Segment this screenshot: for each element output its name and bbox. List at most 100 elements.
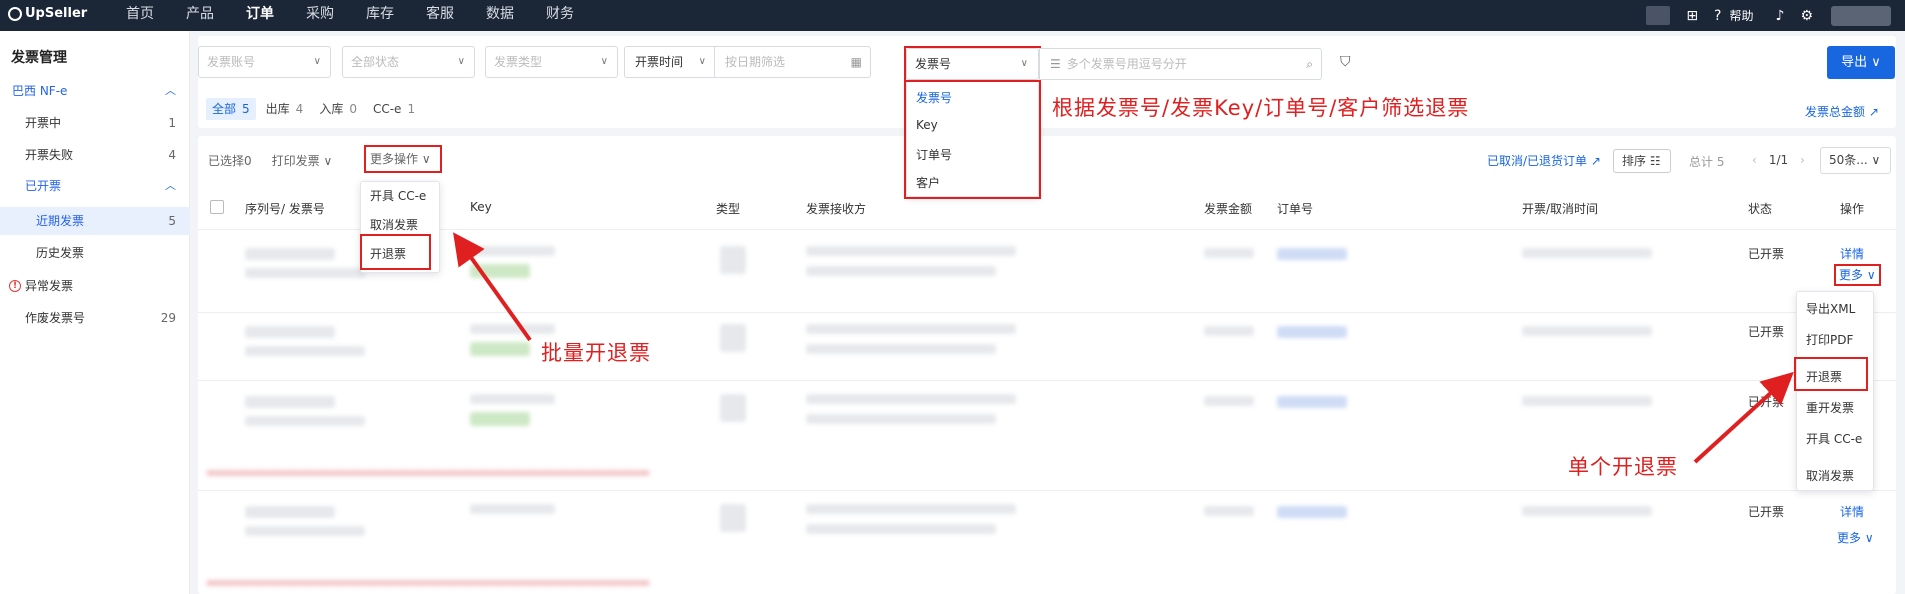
nav-purchase[interactable]: 采购	[290, 0, 350, 31]
pagination: ‹ 1/1 ›	[1752, 153, 1805, 167]
search-input[interactable]: ☰ 多个发票号用逗号分开 ⌕	[1039, 48, 1322, 80]
sidebar-item-issuing[interactable]: 开票中 1	[0, 109, 190, 137]
next-page-icon[interactable]: ›	[1800, 153, 1805, 167]
select-all-checkbox[interactable]	[210, 200, 224, 214]
col-serial: 序列号/ 发票号	[245, 202, 325, 216]
col-key: Key	[470, 200, 492, 214]
selected-count: 已选择0	[208, 154, 252, 168]
chevron-down-icon: ∨	[698, 56, 706, 67]
tab-outbound[interactable]: 出库 4	[260, 98, 310, 120]
menu-issue-cce[interactable]: 开具 CC-e	[1797, 430, 1862, 447]
row-more-button[interactable]: 更多 ∨	[1834, 264, 1881, 286]
search-icon[interactable]: ⌕	[1306, 49, 1313, 79]
sidebar-item-failed[interactable]: 开票失败 4	[0, 141, 190, 169]
sidebar-item-voided[interactable]: 作废发票号 29	[0, 304, 190, 332]
total-count: 总计 5	[1689, 155, 1725, 169]
col-recipient: 发票接收方	[806, 202, 867, 216]
upseller-logo-icon	[8, 6, 22, 21]
annotation-batch-note: 批量开退票	[541, 341, 651, 365]
batch-toolbar: 已选择0 打印发票 ∨	[208, 152, 332, 169]
nav-home[interactable]: 首页	[110, 0, 170, 31]
date-filter: 开票时间 ∨ 按日期筛选 ▦	[624, 46, 871, 78]
menu-export-xml[interactable]: 导出XML	[1797, 300, 1855, 317]
gear-icon[interactable]: ⚙	[1800, 8, 1813, 24]
col-status: 状态	[1748, 202, 1773, 216]
menu-cancel-invoice[interactable]: 取消发票	[1797, 467, 1854, 484]
top-right-tools: ⊞ ? 帮助 ♪ ⚙	[1646, 0, 1905, 31]
blurred-widget	[1646, 6, 1671, 25]
menu-print-pdf[interactable]: 打印PDF	[1797, 331, 1853, 348]
sidebar-item-history[interactable]: 历史发票	[0, 239, 190, 267]
highlight-search-type	[904, 46, 1041, 82]
highlight-single-refund	[1794, 357, 1868, 391]
sidebar-group-brazil-nfe[interactable]: 巴西 NF-e ︿	[0, 77, 190, 105]
date-input[interactable]: 按日期筛选	[725, 47, 785, 77]
nav-finance[interactable]: 财务	[530, 0, 590, 31]
apps-grid-icon[interactable]: ⊞	[1686, 8, 1698, 24]
type-select[interactable]: 发票类型 ∨	[485, 46, 618, 78]
menu-cancel-invoice[interactable]: 取消发票	[361, 216, 418, 233]
row-divider	[198, 312, 1896, 313]
sort-button[interactable]: 排序 ☷	[1613, 149, 1671, 173]
date-type-select[interactable]: 开票时间 ∨	[625, 47, 715, 77]
row-status: 已开票	[1748, 325, 1785, 339]
col-order: 订单号	[1277, 202, 1314, 216]
nav-data[interactable]: 数据	[470, 0, 530, 31]
row-more-dropdown: 导出XML 打印PDF 开退票 重开发票 开具 CC-e 取消发票	[1796, 291, 1874, 491]
prev-page-icon[interactable]: ‹	[1752, 153, 1757, 167]
nav-orders[interactable]: 订单	[230, 0, 290, 31]
sidebar-item-abnormal[interactable]: ! 异常发票	[0, 272, 190, 300]
print-invoice-button[interactable]: 打印发票 ∨	[272, 152, 333, 169]
status-select[interactable]: 全部状态 ∨	[342, 46, 475, 78]
col-actions: 操作	[1840, 202, 1865, 216]
table-header	[198, 186, 1896, 230]
main-nav: 首页 产品 订单 采购 库存 客服 数据 财务	[110, 0, 590, 31]
tab-all[interactable]: 全部 5	[206, 98, 256, 120]
sidebar-item-recent[interactable]: 近期发票 5	[0, 207, 190, 235]
highlight-batch-refund	[360, 234, 431, 270]
logo-text: UpSeller	[25, 6, 88, 21]
export-button[interactable]: 导出 ∨	[1827, 46, 1895, 79]
row-more-button[interactable]: 更多 ∨	[1837, 529, 1874, 546]
warning-icon: !	[9, 280, 21, 292]
bell-icon[interactable]: ♪	[1776, 8, 1785, 24]
invoice-total-link[interactable]: 发票总金额 ↗	[1805, 103, 1879, 120]
account-select[interactable]: 发票账号 ∨	[198, 46, 331, 78]
filter-funnel-icon[interactable]: ⛉	[1340, 54, 1351, 70]
chevron-up-icon: ︿	[165, 84, 176, 97]
help-link[interactable]: 帮助	[1729, 7, 1753, 24]
nav-customer-service[interactable]: 客服	[410, 0, 470, 31]
status-tabs: 全部 5 出库 4 入库 0 CC-e 1	[206, 98, 421, 120]
menu-reissue-invoice[interactable]: 重开发票	[1797, 399, 1854, 416]
chevron-down-icon: ∨	[600, 56, 608, 67]
sidebar-item-issued[interactable]: 已开票 ︿	[0, 172, 190, 200]
chevron-down-icon: ∨	[457, 56, 465, 67]
row-status: 已开票	[1748, 247, 1785, 261]
nav-products[interactable]: 产品	[170, 0, 230, 31]
top-bar: UpSeller 首页 产品 订单 采购 库存 客服 数据 财务 ⊞ ? 帮助 …	[0, 0, 1905, 31]
user-avatar[interactable]	[1831, 5, 1891, 26]
col-type: 类型	[716, 202, 741, 216]
col-amount: 发票金额	[1204, 202, 1253, 216]
list-icon: ☰	[1050, 57, 1061, 71]
row-status: 已开票	[1748, 505, 1785, 519]
row-detail-link[interactable]: 详情	[1840, 503, 1864, 520]
sidebar-title: 发票管理	[11, 50, 67, 66]
row-detail-link[interactable]: 详情	[1840, 245, 1864, 262]
chevron-up-icon: ︿	[165, 179, 176, 192]
app-logo[interactable]: UpSeller	[8, 6, 87, 21]
nav-inventory[interactable]: 库存	[350, 0, 410, 31]
tab-cce[interactable]: CC-e 1	[367, 98, 421, 120]
tab-inbound[interactable]: 入库 0	[313, 98, 363, 120]
row-divider	[198, 490, 1896, 491]
calendar-icon[interactable]: ▦	[851, 47, 862, 77]
more-ops-button[interactable]: 更多操作 ∨	[364, 145, 442, 173]
sidebar: 发票管理 巴西 NF-e ︿ 开票中 1 开票失败 4 已开票 ︿ 近期发票 5…	[0, 31, 190, 594]
cancelled-orders-link[interactable]: 已取消/已退货订单 ↗	[1487, 152, 1601, 169]
help-icon[interactable]: ?	[1714, 8, 1721, 24]
page-size-select[interactable]: 50条... ∨	[1820, 147, 1891, 174]
chevron-down-icon: ∨	[313, 56, 321, 67]
col-time: 开票/取消时间	[1522, 202, 1599, 216]
annotation-filter-note: 根据发票号/发票Key/订单号/客户筛选退票	[1052, 96, 1470, 120]
menu-issue-cce[interactable]: 开具 CC-e	[361, 187, 426, 204]
